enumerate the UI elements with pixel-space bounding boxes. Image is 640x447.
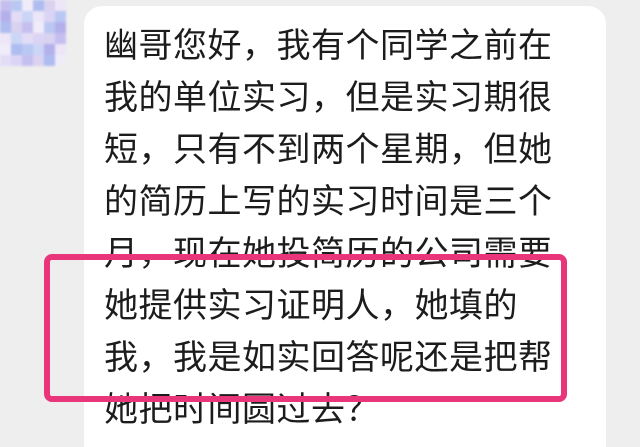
avatar-pixel <box>11 44 22 55</box>
sender-avatar[interactable] <box>0 0 66 66</box>
message-line: 她提供实习证明人，她填的 <box>104 286 518 326</box>
message-line: 月，现在她投简历的公司需要 <box>104 234 553 274</box>
avatar-pixel <box>22 22 33 33</box>
avatar-pixel <box>33 44 44 55</box>
avatar-pixel <box>44 44 55 55</box>
avatar-pixel <box>11 11 22 22</box>
avatar-pixel <box>55 55 66 66</box>
avatar-pixel <box>55 11 66 22</box>
avatar-pixel <box>44 22 55 33</box>
avatar-pixel <box>55 33 66 44</box>
avatar-pixel <box>55 22 66 33</box>
avatar-pixel <box>44 11 55 22</box>
message-line: 幽哥您好，我有个同学之前在 <box>104 26 553 66</box>
avatar-pixel <box>0 0 11 11</box>
avatar-pixel <box>33 11 44 22</box>
message-line: 她把时间圆过去？ <box>104 390 380 430</box>
message-line: 我，我是如实回答呢还是把帮 <box>104 338 553 378</box>
avatar-pixel <box>11 55 22 66</box>
message-line: 短，只有不到两个星期，但她 <box>104 130 553 170</box>
avatar-pixel <box>0 55 11 66</box>
avatar-pixel <box>33 22 44 33</box>
avatar-pixel <box>22 44 33 55</box>
avatar-pixel <box>22 55 33 66</box>
avatar-pixel <box>0 33 11 44</box>
avatar-pixel <box>0 11 11 22</box>
avatar-pixel <box>33 0 44 11</box>
avatar-pixel <box>44 55 55 66</box>
avatar-pixel <box>33 33 44 44</box>
avatar-pixel <box>55 0 66 11</box>
avatar-pixel <box>11 22 22 33</box>
avatar-pixel <box>22 0 33 11</box>
message-text: 幽哥您好，我有个同学之前在 我的单位实习，但是实习期很 短，只有不到两个星期，但… <box>104 20 553 436</box>
avatar-pixel <box>44 0 55 11</box>
avatar-pixel <box>55 44 66 55</box>
avatar-pixel <box>22 11 33 22</box>
avatar-pixel <box>22 33 33 44</box>
avatar-pixel <box>0 22 11 33</box>
message-line: 的简历上写的实习时间是三个 <box>104 182 553 222</box>
avatar-pixel <box>11 0 22 11</box>
avatar-pixel <box>44 33 55 44</box>
avatar-pixel <box>0 44 11 55</box>
avatar-pixel <box>33 55 44 66</box>
avatar-pixel <box>11 33 22 44</box>
message-line: 我的单位实习，但是实习期很 <box>104 78 553 118</box>
